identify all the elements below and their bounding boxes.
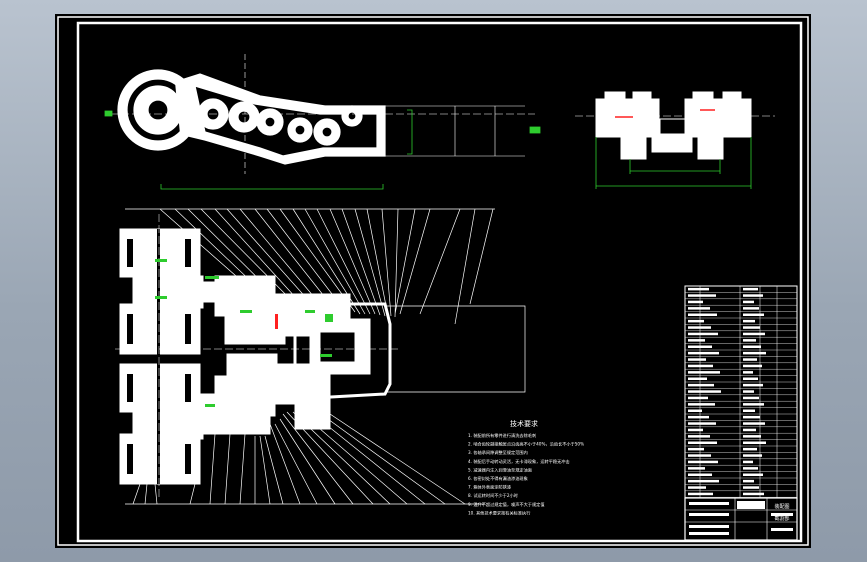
parts-list-cell bbox=[688, 383, 714, 387]
parts-list-cell bbox=[743, 326, 760, 329]
parts-list-cell bbox=[688, 326, 711, 329]
parts-list-cell bbox=[743, 364, 762, 368]
parts-list-cell bbox=[743, 435, 761, 438]
parts-list-cell bbox=[743, 339, 756, 342]
parts-list-cell bbox=[688, 313, 717, 316]
parts-list-cell bbox=[743, 467, 758, 470]
parts-list-cell bbox=[743, 409, 755, 412]
parts-list-cell bbox=[743, 486, 759, 489]
parts-list-cell bbox=[688, 447, 704, 451]
drawing-sheet: 技术要求 1. 装配前所有零件进行清洗去除毛刺 2. 啮合齿轮副接触斑点沿齿高不小… bbox=[55, 14, 811, 548]
parts-list-cell bbox=[688, 486, 706, 489]
tech-requirement-item: 3. 各轴承间隙调整至规定范围内 bbox=[468, 449, 528, 456]
parts-list-cell bbox=[743, 403, 764, 406]
tech-requirement-item: 8. 试运转时间不少于2小时 bbox=[468, 492, 519, 499]
tech-requirements: 技术要求 1. 装配前所有零件进行清洗去除毛刺 2. 啮合齿轮副接触斑点沿齿高不小… bbox=[468, 419, 584, 516]
parts-list-cell bbox=[688, 287, 709, 291]
parts-list-cell bbox=[688, 454, 711, 457]
parts-list-cell bbox=[688, 441, 717, 444]
title-block-name: 装配图 bbox=[774, 503, 789, 510]
parts-list bbox=[684, 285, 798, 499]
parts-list-cell bbox=[688, 460, 718, 464]
parts-list-cell bbox=[688, 390, 721, 393]
title-block: 装配图 截割部 bbox=[684, 497, 798, 541]
tech-requirement-item: 2. 啮合齿轮副接触斑点沿齿高不小于40%，沿齿长不小于50% bbox=[468, 441, 584, 448]
parts-list-cell bbox=[743, 287, 758, 291]
tech-requirement-item: 4. 装配后手动转动灵活，无卡滞现象，运转平稳无冲击 bbox=[468, 458, 570, 465]
parts-list-cell bbox=[688, 339, 705, 342]
parts-list-cell bbox=[688, 415, 709, 419]
tech-requirements-title: 技术要求 bbox=[510, 419, 538, 428]
parts-list-cell bbox=[688, 351, 719, 355]
parts-list-cell bbox=[743, 428, 756, 432]
parts-list-cell bbox=[743, 454, 762, 457]
assembly-drawing: 技术要求 1. 装配前所有零件进行清洗去除毛刺 2. 啮合齿轮副接触斑点沿齿高不小… bbox=[57, 16, 809, 546]
parts-list-cell bbox=[688, 332, 718, 336]
parts-list-cell bbox=[743, 422, 765, 425]
parts-list-cell bbox=[688, 422, 716, 425]
parts-list-cell bbox=[743, 479, 754, 483]
parts-list-cell bbox=[743, 447, 757, 451]
parts-list-cell bbox=[743, 358, 757, 361]
parts-list-cell bbox=[743, 351, 766, 355]
parts-list-cell bbox=[688, 428, 703, 432]
parts-list-cell bbox=[743, 332, 765, 336]
parts-list-cell bbox=[688, 467, 705, 470]
parts-list-cell bbox=[688, 358, 706, 361]
parts-list-cell bbox=[688, 396, 708, 400]
parts-list-cell bbox=[743, 300, 754, 304]
parts-list-cell bbox=[743, 313, 764, 316]
parts-list-cell bbox=[688, 435, 710, 438]
parts-list-cell bbox=[688, 403, 715, 406]
parts-list-cell bbox=[688, 377, 707, 380]
top-left-view bbox=[110, 54, 535, 174]
tech-requirement-item: 10. 其他技术要求按有关标准执行 bbox=[468, 509, 530, 516]
tech-requirement-item: 9. 温升不超过规定值，噪声不大于规定值 bbox=[468, 501, 545, 508]
parts-list-cell bbox=[743, 345, 761, 348]
parts-list-cell bbox=[743, 377, 758, 380]
parts-list-cell bbox=[743, 396, 759, 400]
parts-list-cell bbox=[743, 460, 753, 464]
parts-list-cell bbox=[743, 390, 754, 393]
parts-list-cell bbox=[743, 441, 766, 444]
parts-list-cell bbox=[688, 479, 719, 483]
parts-list-cell bbox=[743, 415, 760, 419]
title-block-drawing-no: 截割部 bbox=[774, 515, 789, 522]
parts-list-cell bbox=[688, 371, 720, 374]
parts-list-cell bbox=[688, 319, 704, 323]
top-right-view bbox=[575, 91, 775, 160]
tech-requirement-item: 5. 减速器内注入润滑油至规定油面 bbox=[468, 466, 532, 473]
parts-list-cell bbox=[688, 364, 713, 368]
parts-list-cell bbox=[743, 307, 759, 310]
parts-list-cell bbox=[688, 492, 713, 496]
tech-requirement-item: 1. 装配前所有零件进行清洗去除毛刺 bbox=[468, 432, 536, 439]
parts-list-cell bbox=[743, 371, 753, 374]
parts-list-cell bbox=[743, 319, 755, 323]
parts-list-cell bbox=[688, 300, 703, 304]
parts-list-cell bbox=[688, 307, 710, 310]
tech-requirement-item: 6. 各密封处不得有漏油渗油现象 bbox=[468, 475, 528, 482]
tech-requirement-item: 7. 箱体外表面涂防锈漆 bbox=[468, 484, 511, 491]
parts-list-cell bbox=[743, 492, 764, 496]
parts-list-cell bbox=[688, 294, 716, 297]
